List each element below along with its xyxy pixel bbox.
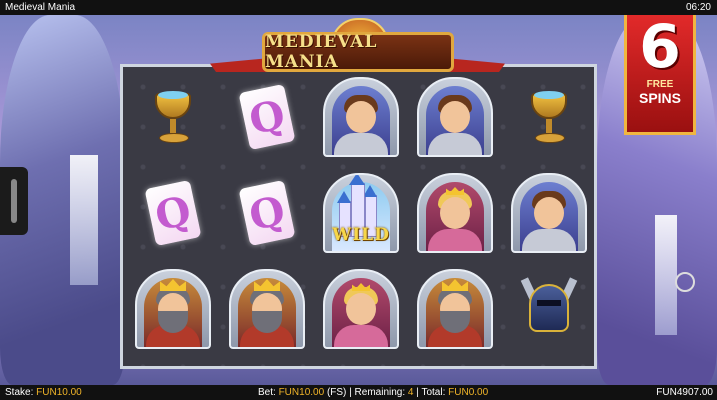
free-spins-label-1: FREE (646, 79, 674, 90)
reel-cell-king (129, 265, 217, 353)
reel-cell-card-q: Q (223, 73, 311, 161)
goblet-stem (546, 119, 552, 133)
goblet-icon (527, 89, 571, 145)
king-frame (135, 269, 211, 349)
stake-display: Stake: FUN10.00 (5, 385, 82, 400)
total-label: | Total: (416, 387, 446, 398)
card-letter: Q (245, 90, 289, 144)
reel-cell-knight-prince (505, 169, 593, 257)
knight-body (334, 133, 388, 155)
reel-column (503, 71, 595, 365)
free-spins-counter: 6 FREE SPINS (624, 15, 696, 135)
princess-face (346, 293, 376, 325)
card-letter: Q (151, 186, 195, 240)
card-q-symbol: Q (238, 179, 296, 247)
bet-label: Bet: (258, 387, 276, 398)
stake-label: Stake: (5, 387, 34, 398)
game-title: Medieval Mania (5, 2, 76, 13)
knight-face (534, 197, 564, 229)
goblet-water (158, 91, 188, 99)
bet-mode: (FS) (326, 387, 347, 398)
reel-cell-card-q: Q (223, 169, 311, 257)
reel-cell-king (411, 265, 499, 353)
princess-face (440, 197, 470, 229)
status-bar: Stake: FUN10.00 Bet: FUN10.00 (FS) | Rem… (0, 385, 717, 400)
knight-frame (323, 77, 399, 157)
reel-cell-card-q: Q (129, 169, 217, 257)
goblet-base (535, 133, 565, 143)
reel-cell-princess (317, 265, 405, 353)
free-spins-label-2: SPINS (638, 90, 681, 106)
left-waterfall (70, 155, 98, 285)
knight-face (346, 101, 376, 133)
castle-frame: WILD (323, 173, 399, 253)
knight-face (440, 101, 470, 133)
knight-body (522, 229, 576, 251)
reel-cell-goblet (129, 73, 217, 161)
card-q-symbol: Q (144, 179, 202, 247)
right-waterfall (655, 215, 677, 335)
clock: 06:20 (685, 2, 711, 13)
knight-frame (511, 173, 587, 253)
helmet-dome (529, 284, 569, 332)
princess-body (334, 325, 388, 347)
reel-column: WILD (315, 71, 407, 365)
reel-cell-knight-prince (411, 73, 499, 161)
balance-display: FUN4907.00 (656, 387, 713, 398)
card-q-symbol: Q (238, 83, 296, 151)
settings-circle-icon[interactable] (675, 272, 695, 292)
king-frame (417, 269, 493, 349)
logo-text: MEDIEVAL MANIA (265, 32, 378, 72)
king-frame (229, 269, 305, 349)
helmet-icon (520, 277, 578, 340)
reel-column (409, 71, 501, 365)
helmet-visor (537, 300, 561, 306)
game-logo: MEDIEVAL MANIA (262, 32, 454, 72)
knight-frame (417, 77, 493, 157)
free-spins-count: 6 (639, 12, 681, 82)
reel-cell-knight-prince (317, 73, 405, 161)
reel-cell-castle-wild: WILD (317, 169, 405, 257)
wild-label: WILD (332, 225, 390, 245)
bet-display: Bet: FUN10.00 (FS) | Remaining: 4 | Tota… (258, 385, 488, 400)
knight-body (428, 133, 482, 155)
goblet-stem (170, 119, 176, 133)
card-letter: Q (245, 186, 289, 240)
reel-cell-helmet (505, 265, 593, 353)
side-menu-tab[interactable] (0, 167, 28, 235)
reel-cell-goblet (505, 73, 593, 161)
reel-grid[interactable]: Q Q Q WILD (120, 64, 597, 369)
stake-value: FUN10.00 (36, 387, 82, 398)
reel-cell-princess (411, 169, 499, 257)
reel-cell-king (223, 265, 311, 353)
remaining-label: | Remaining: (349, 387, 406, 398)
princess-frame (417, 173, 493, 253)
bet-value: FUN10.00 (278, 387, 325, 398)
reel-column: QQ (221, 71, 313, 365)
castle-spire (349, 175, 365, 185)
total-value: FUN0.00 (448, 387, 489, 398)
remaining-value: 4 (407, 387, 414, 398)
goblet-water (534, 91, 564, 99)
goblet-base (159, 133, 189, 143)
menu-handle-icon (11, 179, 17, 223)
princess-body (428, 229, 482, 251)
princess-frame (323, 269, 399, 349)
reel-column: Q (127, 71, 219, 365)
title-bar: Medieval Mania 06:20 (0, 0, 717, 15)
goblet-icon (151, 89, 195, 145)
